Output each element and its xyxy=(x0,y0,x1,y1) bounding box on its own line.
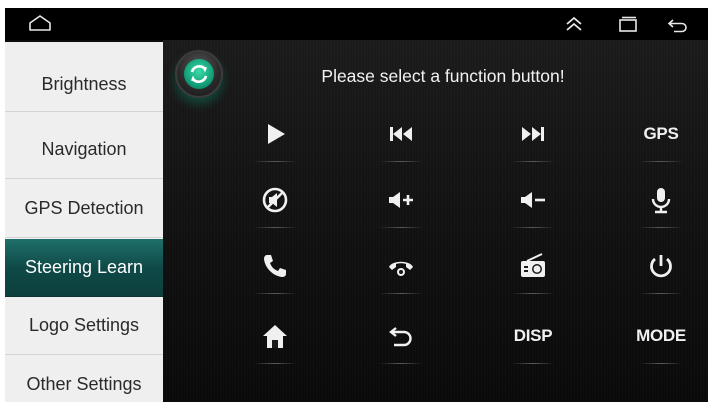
sidebar-item-gps-detection[interactable]: GPS Detection xyxy=(5,180,163,238)
volume-down-icon xyxy=(521,192,545,208)
home-button[interactable] xyxy=(235,308,315,364)
sidebar-item-navigation[interactable]: Navigation xyxy=(5,121,163,179)
sidebar-item-label: Other Settings xyxy=(26,374,142,394)
radio-button[interactable] xyxy=(493,238,573,294)
volume-down-button[interactable] xyxy=(493,172,573,228)
sidebar-item-label: Brightness xyxy=(41,74,127,94)
phone-hangup-icon xyxy=(389,261,413,276)
power-button[interactable] xyxy=(621,238,701,294)
microphone-icon xyxy=(651,188,671,214)
sidebar-item-logo-settings[interactable]: Logo Settings xyxy=(5,297,163,355)
previous-track-icon xyxy=(390,127,412,141)
return-button[interactable] xyxy=(361,308,441,364)
gps-button-label: GPS xyxy=(643,124,679,143)
sidebar-item-label: Steering Learn xyxy=(24,257,144,277)
disp-button-label: DISP xyxy=(513,326,553,345)
mode-button[interactable]: MODE xyxy=(621,308,701,364)
volume-up-button[interactable] xyxy=(361,172,441,228)
sidebar-item-label: Logo Settings xyxy=(28,315,140,335)
sidebar-item-steering-learn[interactable]: Steering Learn xyxy=(5,239,163,297)
disp-button[interactable]: DISP xyxy=(493,308,573,364)
double-chevron-up-icon[interactable] xyxy=(561,12,587,36)
sidebar: Brightness Navigation GPS Detection Stee… xyxy=(5,42,163,402)
gps-button[interactable]: GPS xyxy=(621,106,701,162)
phone-answer-button[interactable] xyxy=(235,238,315,294)
status-bar xyxy=(5,8,708,40)
back-arrow-icon[interactable] xyxy=(665,12,691,36)
radio-icon xyxy=(521,253,545,277)
microphone-button[interactable] xyxy=(621,172,701,228)
return-icon xyxy=(389,327,412,347)
previous-track-button[interactable] xyxy=(361,106,441,162)
next-track-button[interactable] xyxy=(493,106,573,162)
function-panel: Please select a function button! GPS DIS… xyxy=(163,40,708,402)
recent-apps-icon[interactable] xyxy=(615,12,641,36)
refresh-button[interactable] xyxy=(175,50,223,98)
home-icon xyxy=(263,325,287,348)
mode-button-label: MODE xyxy=(636,326,686,345)
head-unit-screen: Brightness Navigation GPS Detection Stee… xyxy=(5,8,708,402)
sidebar-item-label: GPS Detection xyxy=(24,198,144,218)
home-outline-icon[interactable] xyxy=(27,12,53,36)
next-track-icon xyxy=(522,127,544,141)
sidebar-item-other-settings[interactable]: Other Settings xyxy=(5,356,163,402)
play-button[interactable] xyxy=(235,106,315,162)
sidebar-item-brightness[interactable]: Brightness xyxy=(5,58,163,112)
volume-up-icon xyxy=(389,192,413,208)
play-icon xyxy=(268,124,285,144)
phone-hangup-button[interactable] xyxy=(361,238,441,294)
power-icon xyxy=(650,255,672,278)
phone-answer-icon xyxy=(264,255,286,277)
instruction-text: Please select a function button! xyxy=(321,66,565,86)
mute-icon xyxy=(262,187,288,213)
sidebar-item-label: Navigation xyxy=(41,139,127,159)
mute-button[interactable] xyxy=(235,172,315,228)
refresh-icon xyxy=(190,65,208,83)
